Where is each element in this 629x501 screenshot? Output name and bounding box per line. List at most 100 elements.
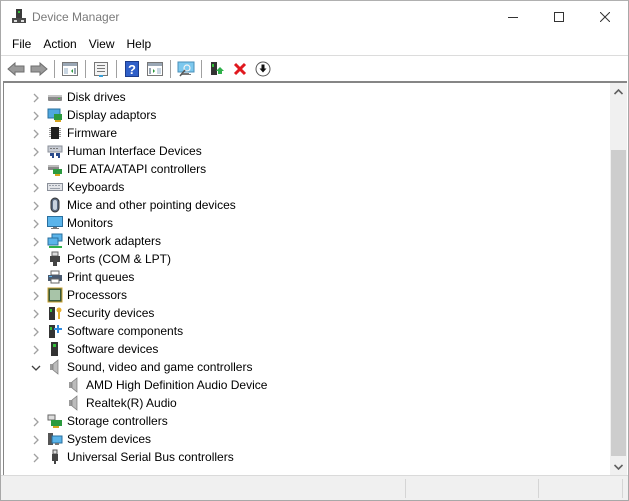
chevron-down-icon[interactable] — [31, 362, 41, 372]
chevron-up-icon — [614, 88, 623, 95]
device-tree-panel: Disk drives Display adaptors Firmware Human… — [3, 81, 627, 475]
tree-node-label: Processors — [67, 288, 128, 302]
tree-node-universal-serial-bus-controllers[interactable]: Universal Serial Bus controllers — [4, 448, 608, 466]
tree-node-label: System devices — [67, 432, 152, 446]
scroll-down-button[interactable] — [610, 458, 627, 475]
chevron-right-icon[interactable] — [31, 326, 41, 337]
forward-arrow-icon — [30, 61, 48, 76]
update-driver-icon — [211, 61, 224, 75]
chevron-right-icon[interactable] — [31, 452, 41, 463]
firmware-chip-icon — [47, 125, 63, 141]
device-manager-icon — [11, 8, 27, 24]
tree-node-software-devices[interactable]: Software devices — [4, 340, 608, 358]
port-icon — [47, 251, 63, 267]
forward-button[interactable] — [28, 58, 50, 80]
maximize-button[interactable] — [536, 1, 582, 32]
status-pane — [538, 479, 623, 498]
device-tree: Disk drives Display adaptors Firmware Human… — [4, 88, 608, 466]
tree-node-label: Software devices — [67, 342, 159, 356]
chevron-right-icon[interactable] — [31, 164, 41, 175]
tree-child-label: AMD High Definition Audio Device — [86, 378, 268, 392]
chevron-right-icon[interactable] — [31, 218, 41, 229]
vertical-scrollbar[interactable] — [610, 83, 627, 475]
tree-child-amd-high-definition-audio-device[interactable]: AMD High Definition Audio Device — [4, 376, 608, 394]
tree-node-label: Human Interface Devices — [67, 144, 202, 158]
disable-down-arrow-icon — [255, 61, 271, 76]
tree-child-realtek-r-audio[interactable]: Realtek(R) Audio — [4, 394, 608, 412]
back-button[interactable] — [5, 58, 27, 80]
chevron-right-icon[interactable] — [31, 272, 41, 283]
tree-node-ports-com-lpt[interactable]: Ports (COM & LPT) — [4, 250, 608, 268]
chevron-right-icon[interactable] — [31, 182, 41, 193]
show-hide-console-tree-button[interactable] — [59, 58, 81, 80]
properties-icon — [94, 61, 108, 77]
menu-view[interactable]: View — [83, 34, 121, 54]
update-driver-button[interactable] — [206, 58, 228, 80]
chevron-right-icon[interactable] — [31, 128, 41, 139]
scrollbar-thumb[interactable] — [611, 150, 626, 456]
tree-node-security-devices[interactable]: Security devices — [4, 304, 608, 322]
keyboard-icon — [47, 179, 63, 195]
tree-child-label: Realtek(R) Audio — [86, 396, 177, 410]
processor-icon — [47, 287, 63, 303]
chevron-right-icon[interactable] — [31, 308, 41, 319]
menu-action[interactable]: Action — [37, 34, 82, 54]
tree-node-network-adapters[interactable]: Network adapters — [4, 232, 608, 250]
menu-file[interactable]: File — [6, 34, 37, 54]
scroll-up-button[interactable] — [610, 83, 627, 100]
tree-node-mice-and-other-pointing-devices[interactable]: Mice and other pointing devices — [4, 196, 608, 214]
hid-icon — [47, 143, 63, 159]
chevron-right-icon[interactable] — [31, 344, 41, 355]
storage-controller-icon — [47, 413, 63, 429]
chevron-right-icon[interactable] — [31, 290, 41, 301]
toolbar-separator — [85, 59, 86, 78]
tree-node-sound-video-and-game-controllers[interactable]: Sound, video and game controllers — [4, 358, 608, 376]
help-button[interactable]: ? — [121, 58, 143, 80]
chevron-right-icon[interactable] — [31, 146, 41, 157]
device-manager-window: Device Manager File Action View Help ? D… — [0, 0, 629, 501]
show-hide-action-pane-button[interactable] — [144, 58, 166, 80]
chevron-right-icon[interactable] — [31, 254, 41, 265]
help-icon: ? — [125, 60, 139, 77]
ide-controller-icon — [47, 161, 63, 177]
tree-node-label: Universal Serial Bus controllers — [67, 450, 234, 464]
tree-node-firmware[interactable]: Firmware — [4, 124, 608, 142]
chevron-right-icon[interactable] — [31, 110, 41, 121]
chevron-right-icon[interactable] — [31, 200, 41, 211]
chevron-right-icon[interactable] — [31, 434, 41, 445]
tree-node-system-devices[interactable]: System devices — [4, 430, 608, 448]
tree-node-keyboards[interactable]: Keyboards — [4, 178, 608, 196]
minimize-icon — [508, 16, 518, 18]
tree-node-display-adaptors[interactable]: Display adaptors — [4, 106, 608, 124]
toolbar: ? — [1, 55, 628, 81]
software-component-icon — [47, 323, 63, 339]
tree-node-monitors[interactable]: Monitors — [4, 214, 608, 232]
properties-button[interactable] — [90, 58, 112, 80]
scan-hardware-changes-button[interactable] — [175, 58, 197, 80]
close-button[interactable] — [582, 1, 628, 32]
menu-help[interactable]: Help — [121, 34, 158, 54]
disable-device-button[interactable] — [252, 58, 274, 80]
minimize-button[interactable] — [490, 1, 536, 32]
tree-node-software-components[interactable]: Software components — [4, 322, 608, 340]
tree-node-label: Sound, video and game controllers — [67, 360, 253, 374]
tree-node-label: Disk drives — [67, 90, 126, 104]
tree-node-disk-drives[interactable]: Disk drives — [4, 88, 608, 106]
software-device-icon — [47, 341, 63, 357]
tree-node-print-queues[interactable]: Print queues — [4, 268, 608, 286]
tree-node-processors[interactable]: Processors — [4, 286, 608, 304]
printer-icon — [47, 269, 63, 285]
chevron-right-icon[interactable] — [31, 236, 41, 247]
tree-node-label: Security devices — [67, 306, 155, 320]
tree-node-ide-ata-atapi-controllers[interactable]: IDE ATA/ATAPI controllers — [4, 160, 608, 178]
chevron-right-icon[interactable] — [31, 416, 41, 427]
uninstall-device-button[interactable] — [229, 58, 251, 80]
tree-node-label: Mice and other pointing devices — [67, 198, 236, 212]
status-pane — [405, 479, 538, 498]
console-tree-icon — [62, 61, 78, 76]
chevron-right-icon[interactable] — [31, 92, 41, 103]
tree-node-human-interface-devices[interactable]: Human Interface Devices — [4, 142, 608, 160]
menu-bar: File Action View Help — [1, 34, 628, 54]
tree-node-storage-controllers[interactable]: Storage controllers — [4, 412, 608, 430]
uninstall-x-icon — [233, 62, 247, 75]
